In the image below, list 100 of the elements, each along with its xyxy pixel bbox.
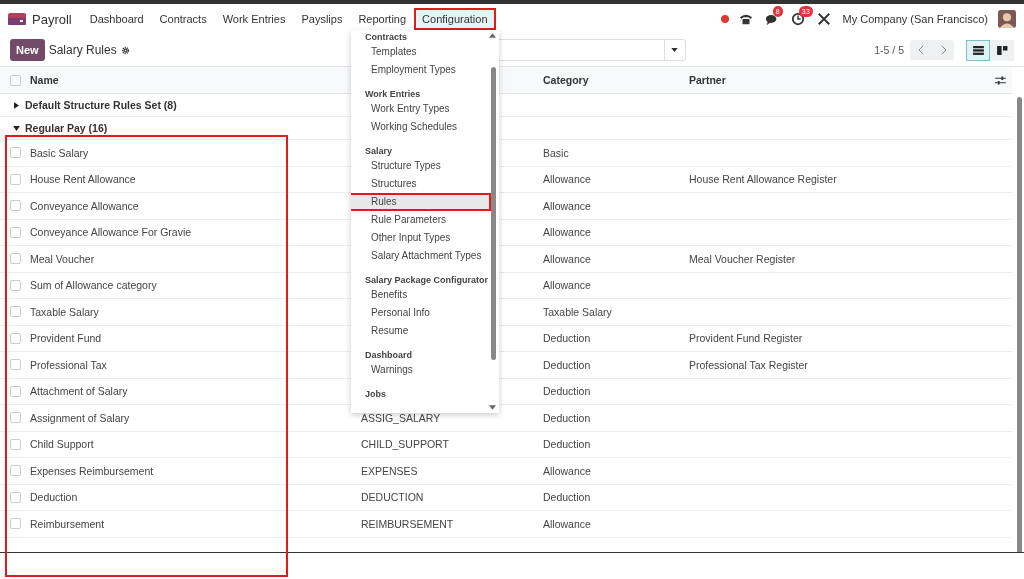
table-cell: Child Support: [30, 438, 94, 451]
recording-dot-icon[interactable]: [720, 15, 729, 23]
row-checkbox[interactable]: [10, 465, 21, 477]
user-avatar-icon[interactable]: [998, 10, 1016, 28]
row-checkbox[interactable]: [10, 438, 21, 450]
table-cell: Expenses Reimbursement: [30, 464, 154, 477]
table-cell: Taxable Salary: [543, 305, 612, 318]
table-cell: Allowance: [543, 199, 591, 212]
table-cell: Professional Tax: [30, 358, 107, 371]
menu-item[interactable]: Payslips: [293, 8, 351, 30]
dropdown-item[interactable]: Personal Info: [351, 304, 491, 322]
table-cell: Meal Voucher: [30, 252, 95, 265]
table-cell: Provident Fund: [30, 332, 102, 345]
row-checkbox[interactable]: [10, 491, 21, 503]
list-view-button[interactable]: [966, 39, 990, 61]
chevron-right-icon: [939, 45, 947, 55]
row-checkbox[interactable]: [10, 306, 21, 318]
table-cell: Allowance: [543, 464, 591, 477]
pager-value[interactable]: 1-5 / 5: [874, 44, 904, 56]
dropdown-item[interactable]: Work Entry Types: [351, 100, 491, 118]
table-cell: CHILD_SUPPORT: [361, 438, 449, 451]
row-checkbox[interactable]: [10, 385, 21, 397]
table-cell: Deduction: [543, 438, 591, 451]
select-all-checkbox[interactable]: [10, 74, 21, 86]
list-icon: [972, 45, 984, 55]
row-checkbox[interactable]: [10, 332, 21, 344]
row-checkbox[interactable]: [10, 412, 21, 424]
table-cell: Deduction: [543, 411, 591, 424]
row-checkbox[interactable]: [10, 359, 21, 371]
caret-icon: [14, 101, 19, 109]
row-checkbox[interactable]: [10, 279, 21, 291]
menu-section-header: Jobs: [364, 388, 387, 400]
caret-icon: [13, 125, 20, 131]
dropdown-item[interactable]: Templates: [351, 43, 491, 61]
kanban-icon: [996, 45, 1008, 55]
table-cell: House Rent Allowance: [30, 173, 136, 186]
phone-icon[interactable]: [738, 12, 753, 26]
company-switcher[interactable]: My Company (San Francisco): [842, 13, 988, 25]
table-cell: Deduction: [543, 491, 591, 504]
caret-icon: [671, 48, 679, 52]
scroll-up-icon[interactable]: [489, 33, 496, 38]
table-cell: Conveyance Allowance For Gravie: [30, 226, 192, 239]
page-title: Salary Rules: [48, 43, 117, 57]
table-cell: Deduction: [30, 491, 78, 504]
column-settings-icon[interactable]: [995, 76, 1006, 85]
menu-item[interactable]: Reporting: [350, 8, 415, 30]
dropdown-item[interactable]: Resume: [351, 322, 491, 340]
menu-section-header: Salary Package Configurator: [364, 274, 487, 286]
column-header[interactable]: Category: [543, 74, 589, 86]
row-checkbox[interactable]: [10, 518, 21, 530]
dropdown-item[interactable]: Structure Types: [351, 157, 491, 175]
chat-icon[interactable]: [764, 12, 779, 26]
table-cell: Taxable Salary: [30, 305, 99, 318]
settings-icon[interactable]: [120, 45, 130, 55]
table-cell: Allowance: [543, 252, 591, 265]
dropdown-item[interactable]: Working Schedules: [351, 118, 491, 136]
row-checkbox[interactable]: [10, 173, 21, 185]
row-checkbox[interactable]: [10, 226, 21, 238]
table-cell: Attachment of Salary: [30, 385, 128, 398]
kanban-view-button[interactable]: [990, 39, 1014, 61]
row-checkbox[interactable]: [10, 253, 21, 265]
new-button[interactable]: New: [10, 39, 45, 61]
menu-section-header: Salary: [364, 145, 394, 157]
table-cell: Reimbursement: [30, 517, 105, 530]
scrollbar[interactable]: [491, 67, 496, 360]
column-header[interactable]: Name: [30, 74, 59, 86]
app-logo-icon[interactable]: [8, 13, 26, 25]
dropdown-item[interactable]: Salary Attachment Types: [351, 247, 491, 265]
dropdown-item[interactable]: Rules: [351, 193, 491, 211]
table-cell: Deduction: [543, 332, 591, 345]
menu-item[interactable]: Work Entries: [214, 8, 294, 30]
table-cell: Basic Salary: [30, 146, 89, 159]
dropdown-item[interactable]: Warnings: [351, 361, 491, 379]
table-cell: ASSIG_SALARY: [361, 411, 441, 424]
table-cell: Allowance: [543, 226, 591, 239]
column-header[interactable]: Partner: [689, 74, 726, 86]
app-name[interactable]: Payroll: [32, 11, 72, 27]
menu-item[interactable]: Contracts: [151, 8, 215, 30]
dropdown-item[interactable]: Employment Types: [351, 61, 491, 79]
table-cell: Provident Fund Register: [689, 332, 803, 345]
dropdown-item[interactable]: Benefits: [351, 286, 491, 304]
row-checkbox[interactable]: [10, 147, 21, 159]
menu-section-header: Contracts: [364, 31, 408, 43]
dropdown-item[interactable]: Rule Parameters: [351, 211, 491, 229]
menu-item[interactable]: Dashboard: [81, 8, 152, 30]
menu-item[interactable]: Configuration: [414, 8, 496, 30]
scrollbar[interactable]: [1017, 97, 1022, 552]
table-cell: REIMBURSEMENT: [361, 517, 454, 530]
table-cell: Deduction: [543, 385, 591, 398]
scroll-down-icon[interactable]: [489, 405, 496, 410]
dropdown-item[interactable]: Structures: [351, 175, 491, 193]
dropdown-item[interactable]: Other Input Types: [351, 229, 491, 247]
chevron-left-icon: [917, 45, 925, 55]
table-cell: DEDUCTION: [361, 491, 424, 504]
clock-icon[interactable]: [790, 12, 805, 26]
table-cell: Allowance: [543, 517, 591, 530]
row-checkbox[interactable]: [10, 200, 21, 212]
table-cell: Allowance: [543, 173, 591, 186]
table-cell: Allowance: [543, 279, 591, 292]
table-cell: Professional Tax Register: [689, 358, 808, 371]
